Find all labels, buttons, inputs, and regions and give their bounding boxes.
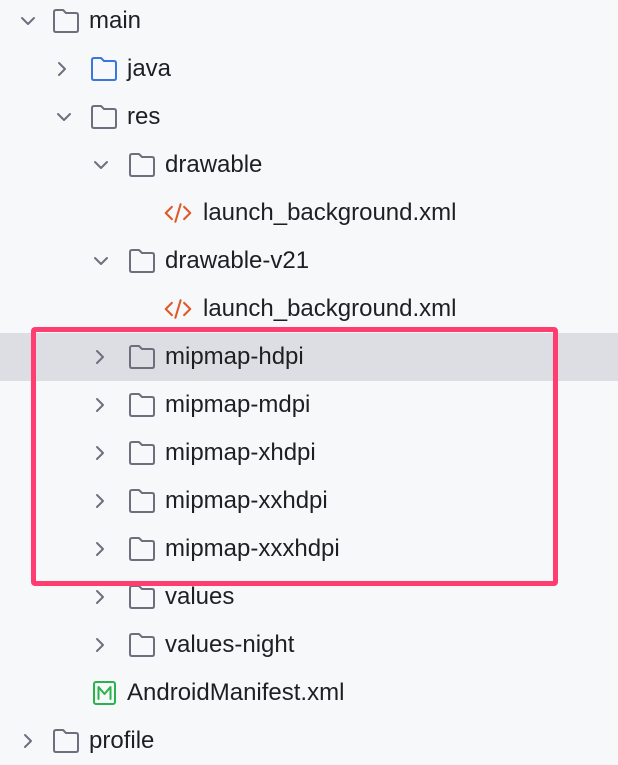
tree-item-java[interactable]: java: [0, 45, 618, 93]
tree-item-mipmap-xxxhdpi[interactable]: mipmap-xxxhdpi: [0, 525, 618, 573]
chevron-down-icon[interactable]: [91, 155, 111, 175]
folder-icon: [91, 105, 117, 129]
tree-item-label: mipmap-xhdpi: [165, 439, 316, 466]
tree-item-launch-background-xml[interactable]: launch_background.xml: [0, 189, 618, 237]
tree-item-android-manifest[interactable]: AndroidManifest.xml: [0, 669, 618, 717]
tree-item-profile[interactable]: profile: [0, 717, 618, 765]
tree-item-main[interactable]: main: [0, 0, 618, 45]
tree-item-mipmap-xxhdpi[interactable]: mipmap-xxhdpi: [0, 477, 618, 525]
tree-item-label: mipmap-hdpi: [165, 343, 304, 370]
tree-item-label: launch_background.xml: [203, 199, 457, 226]
folder-icon: [129, 633, 155, 657]
tree-item-label: mipmap-mdpi: [165, 391, 311, 418]
chevron-down-icon[interactable]: [91, 251, 111, 271]
chevron-right-icon[interactable]: [90, 443, 110, 463]
folder-icon: [53, 9, 79, 33]
tree-item-mipmap-hdpi[interactable]: mipmap-hdpi: [0, 333, 618, 381]
chevron-right-icon[interactable]: [90, 347, 110, 367]
tree-item-label: launch_background.xml: [203, 295, 457, 322]
tree-item-label: mipmap-xxxhdpi: [165, 535, 340, 562]
chevron-right-icon[interactable]: [90, 587, 110, 607]
chevron-right-icon[interactable]: [90, 635, 110, 655]
tree-item-values[interactable]: values: [0, 573, 618, 621]
chevron-right-icon[interactable]: [90, 491, 110, 511]
tree-item-mipmap-mdpi[interactable]: mipmap-mdpi: [0, 381, 618, 429]
tree-item-label: AndroidManifest.xml: [127, 679, 345, 706]
tree-item-label: values: [165, 583, 235, 610]
chevron-down-icon[interactable]: [18, 11, 38, 31]
tree-item-label: java: [127, 55, 172, 82]
folder-icon: [129, 489, 155, 513]
chevron-down-icon[interactable]: [54, 107, 74, 127]
tree-item-label: mipmap-xxhdpi: [165, 487, 328, 514]
tree-item-drawable-v21[interactable]: drawable-v21: [0, 237, 618, 285]
folder-icon: [53, 729, 79, 753]
tree-item-label: drawable-v21: [165, 247, 310, 274]
tree-item-label: drawable: [165, 151, 263, 178]
chevron-right-icon[interactable]: [52, 59, 72, 79]
tree-item-drawable[interactable]: drawable: [0, 141, 618, 189]
tree-item-label: res: [127, 103, 161, 130]
folder-icon: [129, 441, 155, 465]
source-folder-icon: [91, 57, 117, 81]
project-tree: main java res drawable launch_background…: [0, 0, 618, 754]
chevron-right-icon[interactable]: [90, 539, 110, 559]
folder-icon: [129, 537, 155, 561]
folder-icon: [129, 249, 155, 273]
folder-icon: [129, 345, 155, 369]
tree-item-launch-background-xml-v21[interactable]: launch_background.xml: [0, 285, 618, 333]
tree-item-label: values-night: [165, 631, 295, 658]
tree-item-mipmap-xhdpi[interactable]: mipmap-xhdpi: [0, 429, 618, 477]
tree-item-values-night[interactable]: values-night: [0, 621, 618, 669]
folder-icon: [129, 153, 155, 177]
tree-item-label: main: [89, 7, 142, 34]
tree-item-res[interactable]: res: [0, 93, 618, 141]
folder-icon: [129, 393, 155, 417]
xml-file-icon: [164, 299, 192, 319]
manifest-file-icon: [93, 681, 116, 705]
tree-item-label: profile: [89, 727, 155, 754]
folder-icon: [129, 585, 155, 609]
chevron-right-icon[interactable]: [90, 395, 110, 415]
xml-file-icon: [164, 203, 192, 223]
chevron-right-icon[interactable]: [18, 731, 38, 751]
